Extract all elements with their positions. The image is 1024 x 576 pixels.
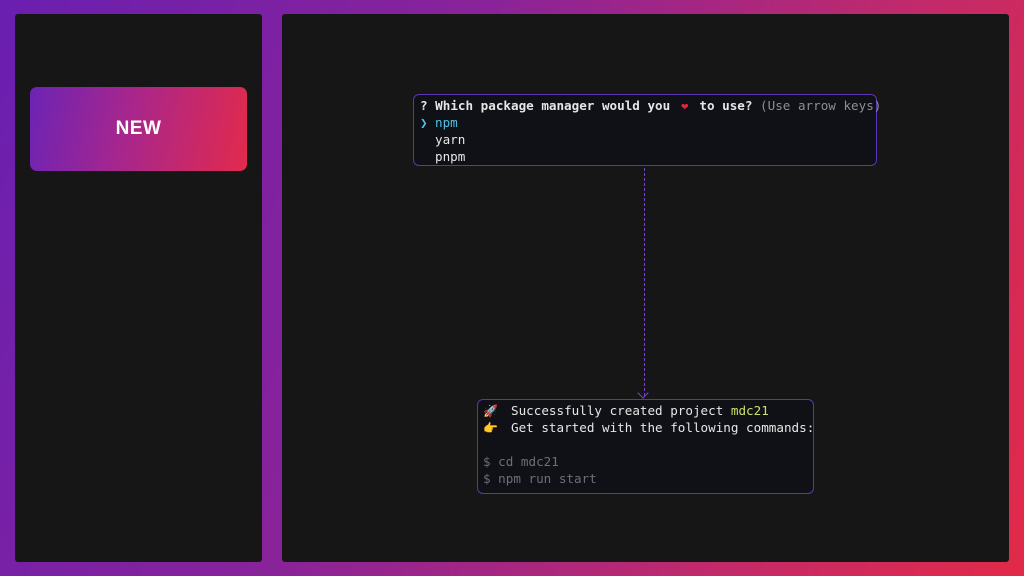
option-npm[interactable]: ❯ npm xyxy=(420,114,876,131)
pointing-hand-icon: 👉 xyxy=(483,421,498,435)
command-cd: $ cd mdc21 xyxy=(483,454,559,469)
new-badge: NEW xyxy=(30,87,247,171)
prompt-question-line: ? Which package manager would you ❤ to u… xyxy=(420,97,881,114)
success-line: 🚀 Successfully created project mdc21 xyxy=(483,402,813,419)
selection-pointer-icon: ❯ xyxy=(420,115,428,130)
new-badge-label: NEW xyxy=(115,118,162,139)
instructions-text: Get started with the following commands: xyxy=(511,420,815,435)
left-panel: NEW xyxy=(15,14,262,562)
package-manager-prompt: ? Which package manager would you ❤ to u… xyxy=(413,94,881,166)
right-panel: ? Which package manager would you ❤ to u… xyxy=(282,14,1009,562)
option-label: npm xyxy=(435,115,458,130)
rocket-icon: 🚀 xyxy=(483,404,498,418)
heart-icon: ❤ xyxy=(681,99,689,113)
flow-connector-line xyxy=(644,168,645,396)
option-label: pnpm xyxy=(435,149,466,164)
flow-arrow-icon xyxy=(637,387,649,399)
prompt-hint: (Use arrow keys) xyxy=(752,98,882,113)
option-label: yarn xyxy=(435,132,466,147)
option-pnpm[interactable]: pnpm xyxy=(420,148,876,165)
prompt-question-suffix: to use? xyxy=(691,98,753,113)
option-yarn[interactable]: yarn xyxy=(420,131,876,148)
prompt-question-text: ? Which package manager would you xyxy=(420,98,678,113)
project-name: mdc21 xyxy=(730,403,769,418)
instructions-line: 👉 Get started with the following commands… xyxy=(483,419,815,436)
command-npm-start: $ npm run start xyxy=(483,471,597,486)
success-text: Successfully created project xyxy=(511,403,731,418)
success-output: 🚀 Successfully created project mdc21 👉 Get… xyxy=(477,399,814,494)
